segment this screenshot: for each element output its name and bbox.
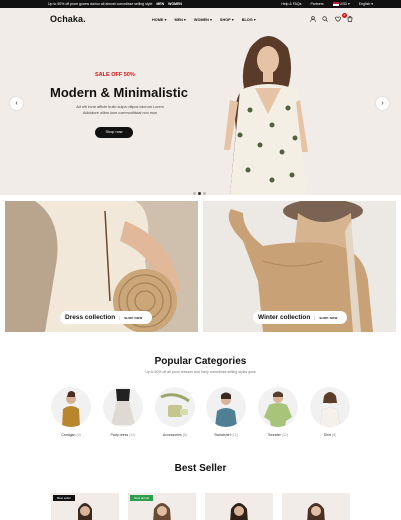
header-icons — [310, 15, 358, 24]
hero-subtitle: Ad niti invre afficte trullo sulpa nillp… — [76, 105, 164, 115]
announcement-message: Up to 50% off prom gowns dainur all almo… — [48, 2, 182, 6]
hero-dot-active[interactable] — [198, 192, 201, 195]
product-card[interactable] — [205, 493, 273, 520]
winter-collection-label: Winter collection SHOP NOW — [253, 311, 347, 324]
hero-prev-arrow-icon[interactable]: ‹ — [10, 97, 23, 110]
heart-icon[interactable] — [334, 16, 341, 24]
nav-women[interactable]: WOMEN — [194, 18, 212, 22]
category-image — [103, 387, 143, 427]
nav-blog[interactable]: BLOG — [242, 18, 256, 22]
site-logo[interactable]: Ochaka. — [50, 14, 86, 24]
winter-collection-shop-link[interactable]: SHOP NOW — [314, 316, 338, 320]
nav-home[interactable]: HOME — [152, 18, 166, 22]
help-link[interactable]: Help & FAQs — [281, 2, 301, 6]
product-card[interactable]: Best seller — [51, 493, 119, 520]
topbar-links: Help & FAQs Partners USD ▾ English ▾ — [273, 2, 373, 6]
language-select[interactable]: English ▾ — [359, 2, 373, 6]
category-sweatshirt[interactable]: Sweatshirt (13) — [206, 387, 246, 437]
cart-icon[interactable] — [347, 15, 353, 24]
product-tag: New arrival — [130, 495, 154, 501]
category-image — [51, 387, 91, 427]
category-accessories[interactable]: Accessories (8) — [155, 387, 195, 437]
currency-select[interactable]: USD ▾ — [332, 2, 350, 6]
category-image — [155, 387, 195, 427]
winter-collection-tile[interactable]: Winter collection SHOP NOW — [203, 201, 396, 332]
announcement-link-men[interactable]: MEN — [156, 2, 164, 6]
category-shirt[interactable]: Shirt (8) — [310, 387, 350, 437]
user-icon[interactable] — [310, 16, 316, 24]
hero-pagination — [193, 182, 208, 195]
category-image — [310, 387, 350, 427]
nav-men[interactable]: MEN — [174, 18, 185, 22]
hero-banner: SALE OFF 50% Modern & Minimalistic Ad ni… — [0, 30, 401, 195]
product-image — [230, 503, 248, 520]
site-header: Ochaka. HOME MEN WOMEN SHOP BLOG 0 — [0, 8, 401, 30]
dress-collection-label: Dress collection SHOP NOW — [60, 311, 152, 324]
hero-shop-now-button[interactable]: Shop now — [95, 127, 133, 138]
cart-count-badge: 0 — [342, 13, 347, 18]
category-image — [206, 387, 246, 427]
main-nav: HOME MEN WOMEN SHOP BLOG — [152, 17, 263, 22]
dress-collection-tile[interactable]: Dress collection SHOP NOW — [5, 201, 198, 332]
product-card[interactable] — [282, 493, 350, 520]
categories-description: Up to 50% off all prom dresses and hurry… — [145, 370, 256, 374]
hero-next-arrow-icon[interactable]: › — [376, 97, 389, 110]
category-party-dress[interactable]: Party dress (10) — [103, 387, 143, 437]
hero-sale-label: SALE OFF 50% — [95, 72, 135, 78]
hero-model-image — [224, 36, 308, 195]
category-sweater[interactable]: Sweater (12) — [258, 387, 298, 437]
search-icon[interactable] — [322, 16, 329, 24]
hero-dot[interactable] — [193, 192, 196, 195]
announcement-bar: Up to 50% off prom gowns dainur all almo… — [0, 0, 401, 8]
best-seller-title: Best Seller — [174, 463, 227, 474]
announcement-link-women[interactable]: WOMEN — [168, 2, 182, 6]
categories-title: Popular Categories — [154, 356, 247, 367]
nav-shop[interactable]: SHOP — [220, 18, 234, 22]
dress-collection-shop-link[interactable]: SHOP NOW — [119, 316, 143, 320]
category-cardigan[interactable]: Cardigan (6) — [51, 387, 91, 437]
hero-dot[interactable] — [203, 192, 206, 195]
product-tag: Best seller — [53, 495, 76, 501]
product-card[interactable]: New arrival — [128, 493, 196, 520]
partners-link[interactable]: Partners — [310, 2, 323, 6]
category-image — [258, 387, 298, 427]
product-image — [307, 503, 325, 520]
us-flag-icon — [332, 2, 339, 6]
hero-title: Modern & Minimalistic — [50, 85, 188, 100]
